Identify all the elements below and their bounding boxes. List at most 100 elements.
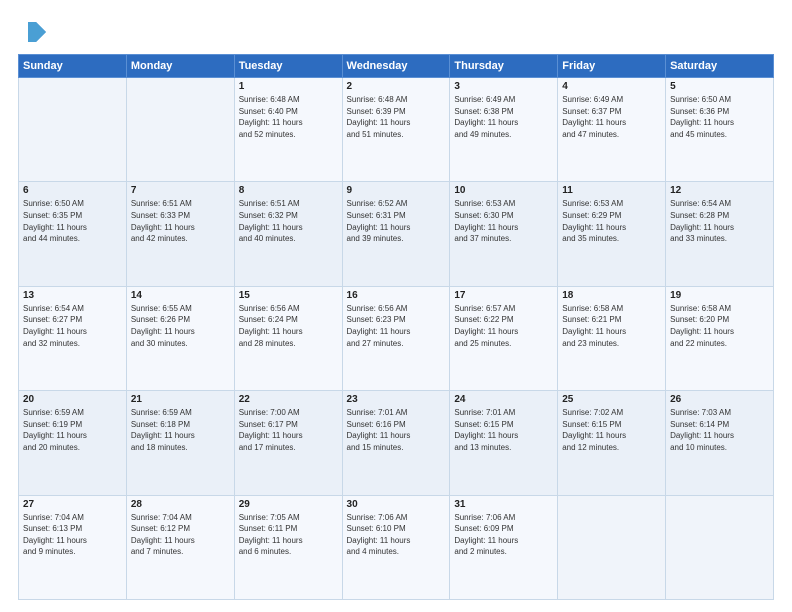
header-sunday: Sunday [19, 55, 127, 78]
calendar-cell: 21 Sunrise: 6:59 AM Sunset: 6:18 PM Dayli… [126, 391, 234, 495]
calendar-cell: 3 Sunrise: 6:49 AM Sunset: 6:38 PM Daylig… [450, 78, 558, 182]
calendar-cell: 5 Sunrise: 6:50 AM Sunset: 6:36 PM Daylig… [666, 78, 774, 182]
day-info: Sunrise: 6:56 AM Sunset: 6:24 PM Dayligh… [239, 303, 338, 349]
calendar-cell: 9 Sunrise: 6:52 AM Sunset: 6:31 PM Daylig… [342, 182, 450, 286]
week-row-4: 27Sunrise: 7:04 AM Sunset: 6:13 PM Dayli… [19, 495, 774, 599]
calendar-cell: 8 Sunrise: 6:51 AM Sunset: 6:32 PM Daylig… [234, 182, 342, 286]
day-number: 1 [239, 81, 338, 92]
day-number: 24 [454, 394, 553, 405]
day-info: Sunrise: 6:49 AM Sunset: 6:37 PM Dayligh… [562, 94, 661, 140]
calendar-cell: 26Sunrise: 7:03 AM Sunset: 6:14 PM Dayli… [666, 391, 774, 495]
calendar-cell: 22 Sunrise: 7:00 AM Sunset: 6:17 PM Dayli… [234, 391, 342, 495]
day-number: 14 [131, 290, 230, 301]
calendar-cell: 11 Sunrise: 6:53 AM Sunset: 6:29 PM Dayli… [558, 182, 666, 286]
day-info: Sunrise: 6:53 AM Sunset: 6:30 PM Dayligh… [454, 198, 553, 244]
day-info: Sunrise: 6:59 AM Sunset: 6:18 PM Dayligh… [131, 407, 230, 453]
header-wednesday: Wednesday [342, 55, 450, 78]
calendar-cell: 23 Sunrise: 7:01 AM Sunset: 6:16 PM Dayli… [342, 391, 450, 495]
day-number: 2 [347, 81, 446, 92]
day-number: 10 [454, 185, 553, 196]
day-number: 3 [454, 81, 553, 92]
day-info: Sunrise: 7:06 AM Sunset: 6:09 PM Dayligh… [454, 512, 553, 558]
week-row-0: 1 Sunrise: 6:48 AM Sunset: 6:40 PM Daylig… [19, 78, 774, 182]
day-number: 15 [239, 290, 338, 301]
calendar-cell: 20Sunrise: 6:59 AM Sunset: 6:19 PM Dayli… [19, 391, 127, 495]
day-info: Sunrise: 6:49 AM Sunset: 6:38 PM Dayligh… [454, 94, 553, 140]
calendar-cell: 18Sunrise: 6:58 AM Sunset: 6:21 PM Dayli… [558, 286, 666, 390]
day-info: Sunrise: 6:48 AM Sunset: 6:40 PM Dayligh… [239, 94, 338, 140]
day-number: 17 [454, 290, 553, 301]
header-friday: Friday [558, 55, 666, 78]
day-info: Sunrise: 6:51 AM Sunset: 6:33 PM Dayligh… [131, 198, 230, 244]
day-number: 25 [562, 394, 661, 405]
logo-icon [18, 18, 46, 46]
day-number: 4 [562, 81, 661, 92]
day-info: Sunrise: 7:04 AM Sunset: 6:12 PM Dayligh… [131, 512, 230, 558]
calendar-cell: 12 Sunrise: 6:54 AM Sunset: 6:28 PM Dayli… [666, 182, 774, 286]
week-row-3: 20Sunrise: 6:59 AM Sunset: 6:19 PM Dayli… [19, 391, 774, 495]
day-number: 8 [239, 185, 338, 196]
day-number: 21 [131, 394, 230, 405]
calendar-cell: 28 Sunrise: 7:04 AM Sunset: 6:12 PM Dayli… [126, 495, 234, 599]
calendar-cell: 24 Sunrise: 7:01 AM Sunset: 6:15 PM Dayli… [450, 391, 558, 495]
day-number: 19 [670, 290, 769, 301]
day-info: Sunrise: 7:06 AM Sunset: 6:10 PM Dayligh… [347, 512, 446, 558]
day-number: 23 [347, 394, 446, 405]
header-tuesday: Tuesday [234, 55, 342, 78]
header [18, 18, 774, 46]
calendar-cell: 25Sunrise: 7:02 AM Sunset: 6:15 PM Dayli… [558, 391, 666, 495]
day-info: Sunrise: 6:54 AM Sunset: 6:28 PM Dayligh… [670, 198, 769, 244]
day-number: 12 [670, 185, 769, 196]
calendar-cell: 27Sunrise: 7:04 AM Sunset: 6:13 PM Dayli… [19, 495, 127, 599]
calendar-cell: 4 Sunrise: 6:49 AM Sunset: 6:37 PM Daylig… [558, 78, 666, 182]
header-monday: Monday [126, 55, 234, 78]
day-info: Sunrise: 6:50 AM Sunset: 6:36 PM Dayligh… [670, 94, 769, 140]
day-number: 31 [454, 499, 553, 510]
day-number: 11 [562, 185, 661, 196]
calendar-cell: 7Sunrise: 6:51 AM Sunset: 6:33 PM Daylig… [126, 182, 234, 286]
header-thursday: Thursday [450, 55, 558, 78]
calendar-cell: 1 Sunrise: 6:48 AM Sunset: 6:40 PM Daylig… [234, 78, 342, 182]
calendar-cell: 17 Sunrise: 6:57 AM Sunset: 6:22 PM Dayli… [450, 286, 558, 390]
calendar-cell [666, 495, 774, 599]
day-number: 5 [670, 81, 769, 92]
day-number: 30 [347, 499, 446, 510]
calendar-cell: 30 Sunrise: 7:06 AM Sunset: 6:10 PM Dayli… [342, 495, 450, 599]
day-info: Sunrise: 7:03 AM Sunset: 6:14 PM Dayligh… [670, 407, 769, 453]
calendar-cell: 2 Sunrise: 6:48 AM Sunset: 6:39 PM Daylig… [342, 78, 450, 182]
day-number: 29 [239, 499, 338, 510]
day-info: Sunrise: 6:58 AM Sunset: 6:21 PM Dayligh… [562, 303, 661, 349]
day-info: Sunrise: 7:01 AM Sunset: 6:15 PM Dayligh… [454, 407, 553, 453]
calendar-header: SundayMondayTuesdayWednesdayThursdayFrid… [19, 55, 774, 78]
day-info: Sunrise: 6:56 AM Sunset: 6:23 PM Dayligh… [347, 303, 446, 349]
calendar-body: 1 Sunrise: 6:48 AM Sunset: 6:40 PM Daylig… [19, 78, 774, 600]
day-info: Sunrise: 7:05 AM Sunset: 6:11 PM Dayligh… [239, 512, 338, 558]
calendar-cell: 14 Sunrise: 6:55 AM Sunset: 6:26 PM Dayli… [126, 286, 234, 390]
day-info: Sunrise: 6:55 AM Sunset: 6:26 PM Dayligh… [131, 303, 230, 349]
day-info: Sunrise: 6:57 AM Sunset: 6:22 PM Dayligh… [454, 303, 553, 349]
day-info: Sunrise: 6:51 AM Sunset: 6:32 PM Dayligh… [239, 198, 338, 244]
day-number: 13 [23, 290, 122, 301]
day-info: Sunrise: 7:00 AM Sunset: 6:17 PM Dayligh… [239, 407, 338, 453]
page: SundayMondayTuesdayWednesdayThursdayFrid… [0, 0, 792, 612]
calendar-cell: 16 Sunrise: 6:56 AM Sunset: 6:23 PM Dayli… [342, 286, 450, 390]
calendar-table: SundayMondayTuesdayWednesdayThursdayFrid… [18, 54, 774, 600]
calendar-cell: 15 Sunrise: 6:56 AM Sunset: 6:24 PM Dayli… [234, 286, 342, 390]
day-info: Sunrise: 6:48 AM Sunset: 6:39 PM Dayligh… [347, 94, 446, 140]
logo [18, 18, 50, 46]
day-number: 28 [131, 499, 230, 510]
day-number: 22 [239, 394, 338, 405]
day-number: 16 [347, 290, 446, 301]
calendar-cell: 10 Sunrise: 6:53 AM Sunset: 6:30 PM Dayli… [450, 182, 558, 286]
header-saturday: Saturday [666, 55, 774, 78]
calendar-cell [558, 495, 666, 599]
calendar-cell: 13Sunrise: 6:54 AM Sunset: 6:27 PM Dayli… [19, 286, 127, 390]
day-info: Sunrise: 6:53 AM Sunset: 6:29 PM Dayligh… [562, 198, 661, 244]
day-info: Sunrise: 7:01 AM Sunset: 6:16 PM Dayligh… [347, 407, 446, 453]
week-row-1: 6Sunrise: 6:50 AM Sunset: 6:35 PM Daylig… [19, 182, 774, 286]
day-info: Sunrise: 6:52 AM Sunset: 6:31 PM Dayligh… [347, 198, 446, 244]
calendar-cell: 29 Sunrise: 7:05 AM Sunset: 6:11 PM Dayli… [234, 495, 342, 599]
calendar-cell: 31 Sunrise: 7:06 AM Sunset: 6:09 PM Dayli… [450, 495, 558, 599]
day-number: 9 [347, 185, 446, 196]
calendar-cell: 6Sunrise: 6:50 AM Sunset: 6:35 PM Daylig… [19, 182, 127, 286]
